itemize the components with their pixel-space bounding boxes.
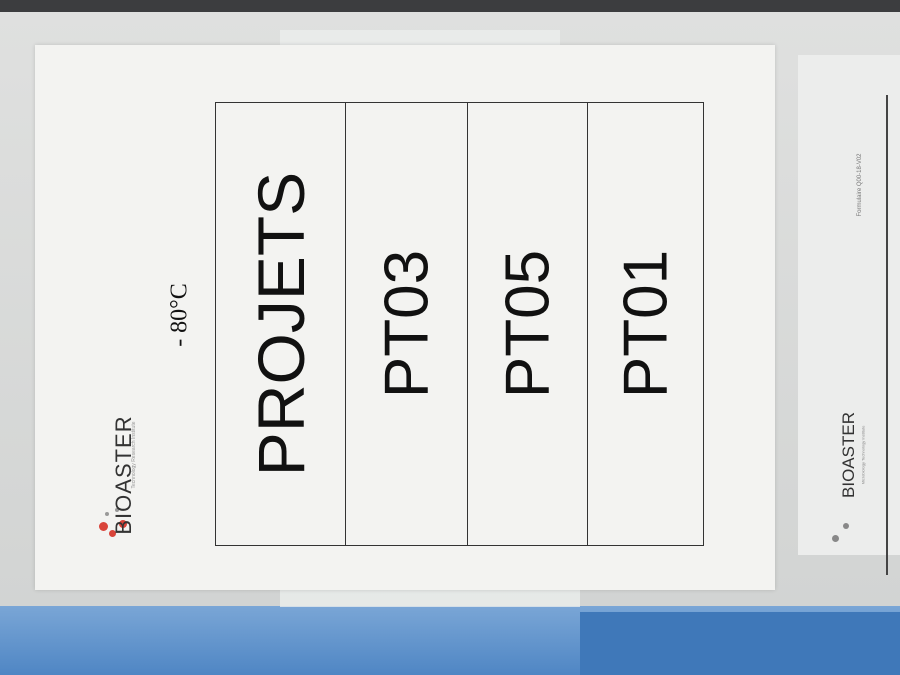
- project-cell: PT05: [467, 103, 588, 545]
- project-table: PROJETS PT03 PT05 PT01: [215, 102, 704, 546]
- freezer-handle: [580, 612, 900, 675]
- header-cell: PROJETS: [215, 103, 346, 545]
- label-sheet: - 80°C BIOASTER Technology Research Inst…: [35, 45, 775, 590]
- project-cell: PT03: [345, 103, 468, 545]
- form-ref: Formulaire Q00-18-V02: [857, 153, 863, 217]
- project-cell: PT01: [587, 103, 704, 545]
- form-border: [886, 95, 888, 575]
- bioaster-logo: BIOASTER Technology Research Institute: [65, 400, 137, 550]
- temperature-label: - 80°C: [166, 283, 193, 347]
- form-sheet: Formulaire Q00-18-V02 BIOASTER Microbiol…: [798, 55, 900, 575]
